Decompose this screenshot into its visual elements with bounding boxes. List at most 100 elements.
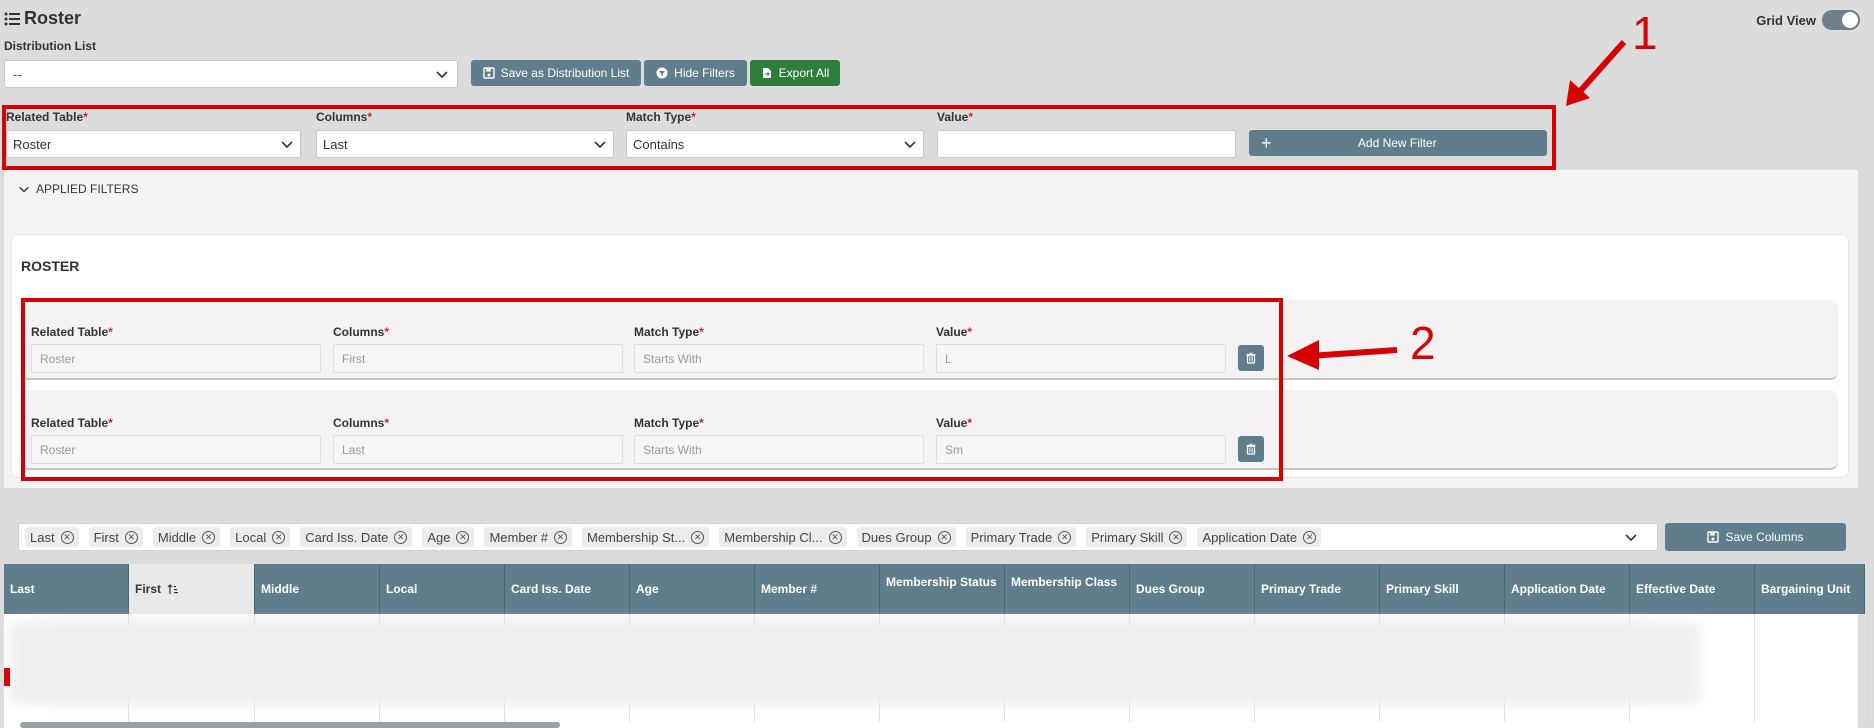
column-chip[interactable]: Dues Group ✕ (856, 527, 956, 547)
column-chip-label: Primary Trade (970, 529, 1053, 545)
column-chip[interactable]: Membership Cl... ✕ (719, 527, 847, 547)
column-header[interactable]: Membership Class (1005, 564, 1130, 614)
remove-chip-icon[interactable]: ✕ (124, 530, 138, 544)
grid-view-toggle-group: Grid View (1756, 10, 1860, 30)
floppy-icon (482, 67, 495, 79)
column-header-label: Card Iss. Date (511, 582, 592, 596)
save-as-distribution-list-button[interactable]: Save as Distribution List (471, 60, 641, 86)
column-header-label: First (135, 582, 162, 596)
column-header[interactable]: Effective Date (1630, 564, 1755, 614)
save-columns-label: Save Columns (1725, 530, 1804, 544)
distribution-list-value: -- (13, 66, 22, 82)
chevron-down-icon[interactable] (1624, 530, 1638, 544)
column-chip-label: Primary Skill (1091, 529, 1164, 545)
annotation-number-1: 1 (1632, 7, 1658, 59)
remove-chip-icon[interactable]: ✕ (1169, 530, 1183, 544)
column-chip-label: Age (427, 529, 451, 545)
remove-chip-icon[interactable]: ✕ (1303, 530, 1317, 544)
column-header[interactable]: Primary Skill (1380, 564, 1505, 614)
annotation-box-2 (21, 298, 1283, 481)
column-chooser[interactable]: Last ✕ First ✕ Middle ✕ Local ✕ Card Iss. Date ✕ A… (18, 523, 1658, 551)
column-header-label: Primary Skill (1386, 582, 1459, 596)
column-chip[interactable]: Local ✕ (230, 527, 291, 547)
horizontal-scrollbar[interactable] (20, 722, 560, 728)
column-chip[interactable]: Primary Trade ✕ (965, 527, 1077, 547)
remove-chip-icon[interactable]: ✕ (554, 530, 567, 544)
distribution-list-select[interactable]: -- (4, 60, 458, 88)
annotation-arrow-2 (1287, 340, 1398, 370)
column-header-label: Bargaining Unit (1761, 582, 1851, 596)
column-chip[interactable]: Application Date ✕ (1197, 527, 1322, 547)
remove-chip-icon[interactable]: ✕ (1058, 530, 1072, 544)
column-chip[interactable]: Age ✕ (422, 527, 475, 547)
remove-chip-icon[interactable]: ✕ (202, 530, 216, 544)
annotation-box-1 (2, 105, 1556, 170)
column-header[interactable]: Primary Trade (1255, 564, 1380, 614)
column-header-label: Effective Date (1636, 582, 1716, 596)
column-header[interactable]: Membership Status (880, 564, 1005, 614)
grid-view-toggle[interactable] (1822, 10, 1860, 30)
column-header-label: Application Date (1511, 582, 1606, 596)
column-chip-label: Middle (157, 529, 197, 545)
column-header-label: Local (386, 582, 418, 596)
column-header[interactable]: Middle (255, 564, 380, 614)
remove-chip-icon[interactable]: ✕ (456, 530, 470, 544)
column-chip-label: First (93, 529, 119, 545)
file-export-icon (762, 68, 771, 78)
save-columns-button[interactable]: Save Columns (1665, 523, 1846, 551)
column-header[interactable]: First (129, 564, 255, 614)
column-chip-label: Local (235, 529, 267, 545)
remove-chip-icon[interactable]: ✕ (937, 530, 951, 544)
column-chip[interactable]: Membership St... ✕ (582, 527, 710, 547)
distribution-list-label: Distribution List (4, 39, 96, 53)
column-header[interactable]: Local (380, 564, 505, 614)
column-header[interactable]: Last (4, 564, 129, 614)
column-chip-label: Member # (489, 529, 548, 545)
column-chip[interactable]: Primary Skill ✕ (1086, 527, 1188, 547)
grid-view-label: Grid View (1756, 12, 1816, 28)
table-column-cells (1755, 614, 1865, 722)
chevron-down-icon (19, 186, 29, 193)
column-header[interactable]: Card Iss. Date (505, 564, 630, 614)
column-header-label: Middle (261, 582, 299, 596)
column-chip-label: Dues Group (861, 529, 932, 545)
column-header-label: Membership Class (1011, 575, 1118, 589)
column-header-label: Dues Group (1136, 582, 1205, 596)
column-header[interactable]: Age (630, 564, 755, 614)
page-title-text: Roster (24, 8, 82, 28)
filter-circle-icon (656, 67, 668, 79)
annotation-number-2: 2 (1410, 317, 1436, 369)
remove-chip-icon[interactable]: ✕ (60, 530, 74, 544)
column-header-label: Age (636, 582, 659, 596)
remove-chip-icon[interactable]: ✕ (691, 530, 705, 544)
column-header[interactable]: Member # (755, 564, 880, 614)
row-marker (4, 668, 10, 686)
column-header-label: Primary Trade (1261, 582, 1342, 596)
column-chip[interactable]: First ✕ (88, 527, 143, 547)
hide-filters-label: Hide Filters (674, 66, 735, 80)
column-chip[interactable]: Member # ✕ (484, 527, 572, 547)
hide-filters-button[interactable]: Hide Filters (644, 60, 747, 86)
applied-filters-toggle[interactable]: APPLIED FILTERS (18, 182, 138, 196)
column-header[interactable]: Application Date (1505, 564, 1630, 614)
column-chip-label: Membership Cl... (724, 529, 823, 545)
table-header: Last First Middle Local Card Iss. Date Age Mem… (4, 564, 1865, 614)
column-header[interactable]: Bargaining Unit (1755, 564, 1865, 614)
applied-filters-title: APPLIED FILTERS (36, 182, 139, 196)
roster-section-title: ROSTER (21, 258, 80, 274)
column-chip-label: Membership St... (587, 529, 686, 545)
remove-chip-icon[interactable]: ✕ (394, 530, 408, 544)
column-chip[interactable]: Card Iss. Date ✕ (300, 527, 413, 547)
remove-chip-icon[interactable]: ✕ (828, 530, 842, 544)
column-header-label: Last (10, 582, 35, 596)
column-chip[interactable]: Middle ✕ (152, 527, 221, 547)
export-all-button[interactable]: Export All (750, 60, 840, 86)
sort-ascending-icon (167, 584, 179, 594)
floppy-icon (1707, 531, 1720, 543)
column-header[interactable]: Dues Group (1130, 564, 1255, 614)
remove-chip-icon[interactable]: ✕ (272, 530, 286, 544)
column-chip-label: Application Date (1202, 529, 1298, 545)
column-chip[interactable]: Last ✕ (25, 527, 79, 547)
column-chip-label: Card Iss. Date (305, 529, 389, 545)
redacted-rows-overlay (10, 623, 1700, 703)
